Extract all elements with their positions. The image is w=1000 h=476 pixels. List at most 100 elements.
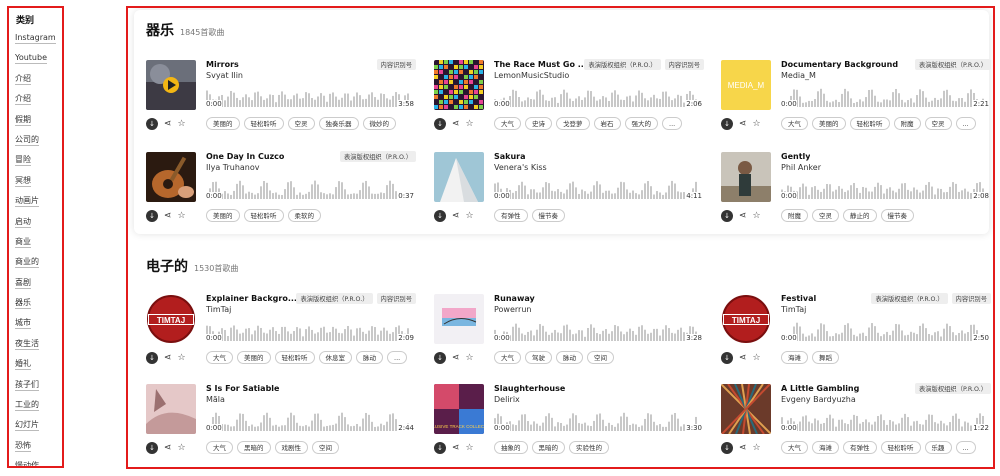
track-card[interactable]: S Is For Satiable Mãla 0:00 2:44 ↓ ⋖ ☆ 大气 黑暗…: [146, 384, 416, 466]
album-art[interactable]: [721, 152, 771, 202]
track-artist[interactable]: Phil Anker: [781, 163, 821, 172]
track-card[interactable]: TIMTAJ Explainer Backgro... TimTaj 表演版权组织（P…: [146, 293, 416, 376]
download-icon[interactable]: ↓: [721, 210, 733, 222]
category-item[interactable]: 冥想: [15, 175, 62, 195]
download-icon[interactable]: ↓: [721, 352, 733, 364]
download-icon[interactable]: ↓: [434, 118, 446, 130]
download-icon[interactable]: ↓: [146, 210, 158, 222]
album-art[interactable]: [146, 60, 196, 110]
category-item[interactable]: Instagram: [15, 32, 62, 52]
category-item[interactable]: 恐怖: [15, 440, 62, 460]
track-title[interactable]: A Little Gambling: [781, 384, 859, 393]
waveform[interactable]: [781, 177, 986, 199]
tag-chip[interactable]: 史诗: [525, 117, 552, 130]
track-card[interactable]: EXCLUSIVE TRACK COLLECTION Slaughterhouse…: [434, 384, 704, 466]
section-title[interactable]: 器乐: [146, 20, 174, 40]
category-item[interactable]: 介绍: [15, 73, 62, 93]
tag-chip[interactable]: 大气: [206, 441, 233, 454]
tag-chip[interactable]: 有弹性: [843, 441, 877, 454]
tag-chip[interactable]: 黑暗的: [531, 441, 565, 454]
tag-chip[interactable]: 大气: [781, 117, 808, 130]
tag-chip[interactable]: ...: [955, 441, 976, 454]
download-icon[interactable]: ↓: [721, 442, 733, 454]
track-title[interactable]: Gently: [781, 152, 810, 161]
star-icon[interactable]: ☆: [753, 442, 761, 454]
track-title[interactable]: Runaway: [494, 294, 535, 303]
star-icon[interactable]: ☆: [466, 210, 474, 222]
waveform[interactable]: [494, 177, 699, 199]
track-card[interactable]: TIMTAJ Festival TimTaj 表演版权组织（P.R.O.） 内容识别号 0…: [721, 293, 991, 376]
category-item[interactable]: 公司的: [15, 134, 62, 154]
tag-chip[interactable]: 空灵: [924, 117, 952, 130]
track-artist[interactable]: Svyat Ilin: [206, 71, 243, 80]
tag-chip[interactable]: 微妙的: [362, 117, 396, 130]
category-item[interactable]: 冒险: [15, 154, 62, 174]
track-title[interactable]: Mirrors: [206, 60, 239, 69]
tag-chip[interactable]: 脉动: [356, 351, 383, 364]
tag-chip[interactable]: 慢节奏: [880, 209, 914, 222]
tag-chip[interactable]: 黑暗的: [237, 441, 271, 454]
track-artist[interactable]: Mãla: [206, 395, 225, 404]
album-art[interactable]: [146, 152, 196, 202]
category-item[interactable]: 假期: [15, 114, 62, 134]
star-icon[interactable]: ☆: [178, 210, 186, 222]
track-title[interactable]: One Day In Cuzco: [206, 152, 284, 161]
tag-chip[interactable]: 大气: [781, 441, 808, 454]
tag-chip[interactable]: 美丽的: [206, 209, 240, 222]
tag-chip[interactable]: 轻松聆听: [243, 209, 284, 222]
album-art[interactable]: EXCLUSIVE TRACK COLLECTION: [434, 384, 484, 434]
track-title[interactable]: S Is For Satiable: [206, 384, 279, 393]
star-icon[interactable]: ☆: [753, 352, 761, 364]
download-icon[interactable]: ↓: [146, 118, 158, 130]
category-item[interactable]: 城市: [15, 317, 62, 337]
category-item[interactable]: 慢动作: [15, 460, 62, 466]
track-artist[interactable]: Ilya Truhanov: [206, 163, 260, 172]
track-card[interactable]: MEDIA_M Documentary Background Media_M 表演版权…: [721, 59, 991, 142]
tag-chip[interactable]: 大气: [206, 351, 233, 364]
category-item[interactable]: 喜剧: [15, 277, 62, 297]
category-item[interactable]: 孩子们: [15, 379, 62, 399]
album-art[interactable]: [434, 294, 484, 344]
tag-chip[interactable]: 有弹性: [494, 209, 528, 222]
track-title[interactable]: Explainer Backgro...: [206, 294, 297, 303]
tag-chip[interactable]: 休息室: [318, 351, 352, 364]
download-icon[interactable]: ↓: [434, 442, 446, 454]
track-title[interactable]: Festival: [781, 294, 816, 303]
tag-chip[interactable]: 抽象的: [494, 441, 528, 454]
waveform[interactable]: [494, 409, 699, 431]
share-icon[interactable]: ⋖: [739, 118, 747, 130]
track-title[interactable]: The Race Must Go ...: [494, 60, 587, 69]
tag-chip[interactable]: ...: [955, 117, 976, 130]
track-artist[interactable]: TimTaj: [206, 305, 231, 314]
tag-chip[interactable]: 戏剧性: [274, 441, 308, 454]
tag-chip[interactable]: 慢节奏: [531, 209, 565, 222]
tag-chip[interactable]: 美丽的: [812, 117, 846, 130]
category-item[interactable]: 幻灯片: [15, 419, 62, 439]
waveform[interactable]: [206, 409, 411, 431]
download-icon[interactable]: ↓: [434, 210, 446, 222]
share-icon[interactable]: ⋖: [164, 210, 172, 222]
tag-chip[interactable]: 岩石: [593, 117, 621, 130]
tag-chip[interactable]: 空灵: [812, 209, 839, 222]
tag-chip[interactable]: 轻松聆听: [849, 117, 890, 130]
tag-chip[interactable]: 海滩: [781, 351, 808, 364]
tag-chip[interactable]: 戈登萝: [556, 117, 590, 130]
category-item[interactable]: 器乐: [15, 297, 62, 317]
tag-chip[interactable]: 空间: [587, 351, 614, 364]
track-card[interactable]: The Race Must Go ... LemonMusicStudio 表演版权…: [434, 59, 704, 142]
track-artist[interactable]: Powerrun: [494, 305, 531, 314]
tag-chip[interactable]: 大气: [494, 117, 521, 130]
share-icon[interactable]: ⋖: [739, 352, 747, 364]
track-artist[interactable]: Delirix: [494, 395, 520, 404]
waveform[interactable]: [206, 177, 411, 199]
tag-chip[interactable]: 附魔: [893, 117, 921, 130]
share-icon[interactable]: ⋖: [739, 442, 747, 454]
tag-chip[interactable]: 附魔: [781, 209, 808, 222]
share-icon[interactable]: ⋖: [164, 442, 172, 454]
track-card[interactable]: Mirrors Svyat Ilin 内容识别号 0:00 3:58 ↓ ⋖ ☆ 美丽的…: [146, 59, 416, 142]
tag-chip[interactable]: 空间: [312, 441, 339, 454]
waveform[interactable]: [781, 319, 986, 341]
album-art[interactable]: MEDIA_M: [721, 60, 771, 110]
track-artist[interactable]: TimTaj: [781, 305, 806, 314]
track-title[interactable]: Slaughterhouse: [494, 384, 565, 393]
